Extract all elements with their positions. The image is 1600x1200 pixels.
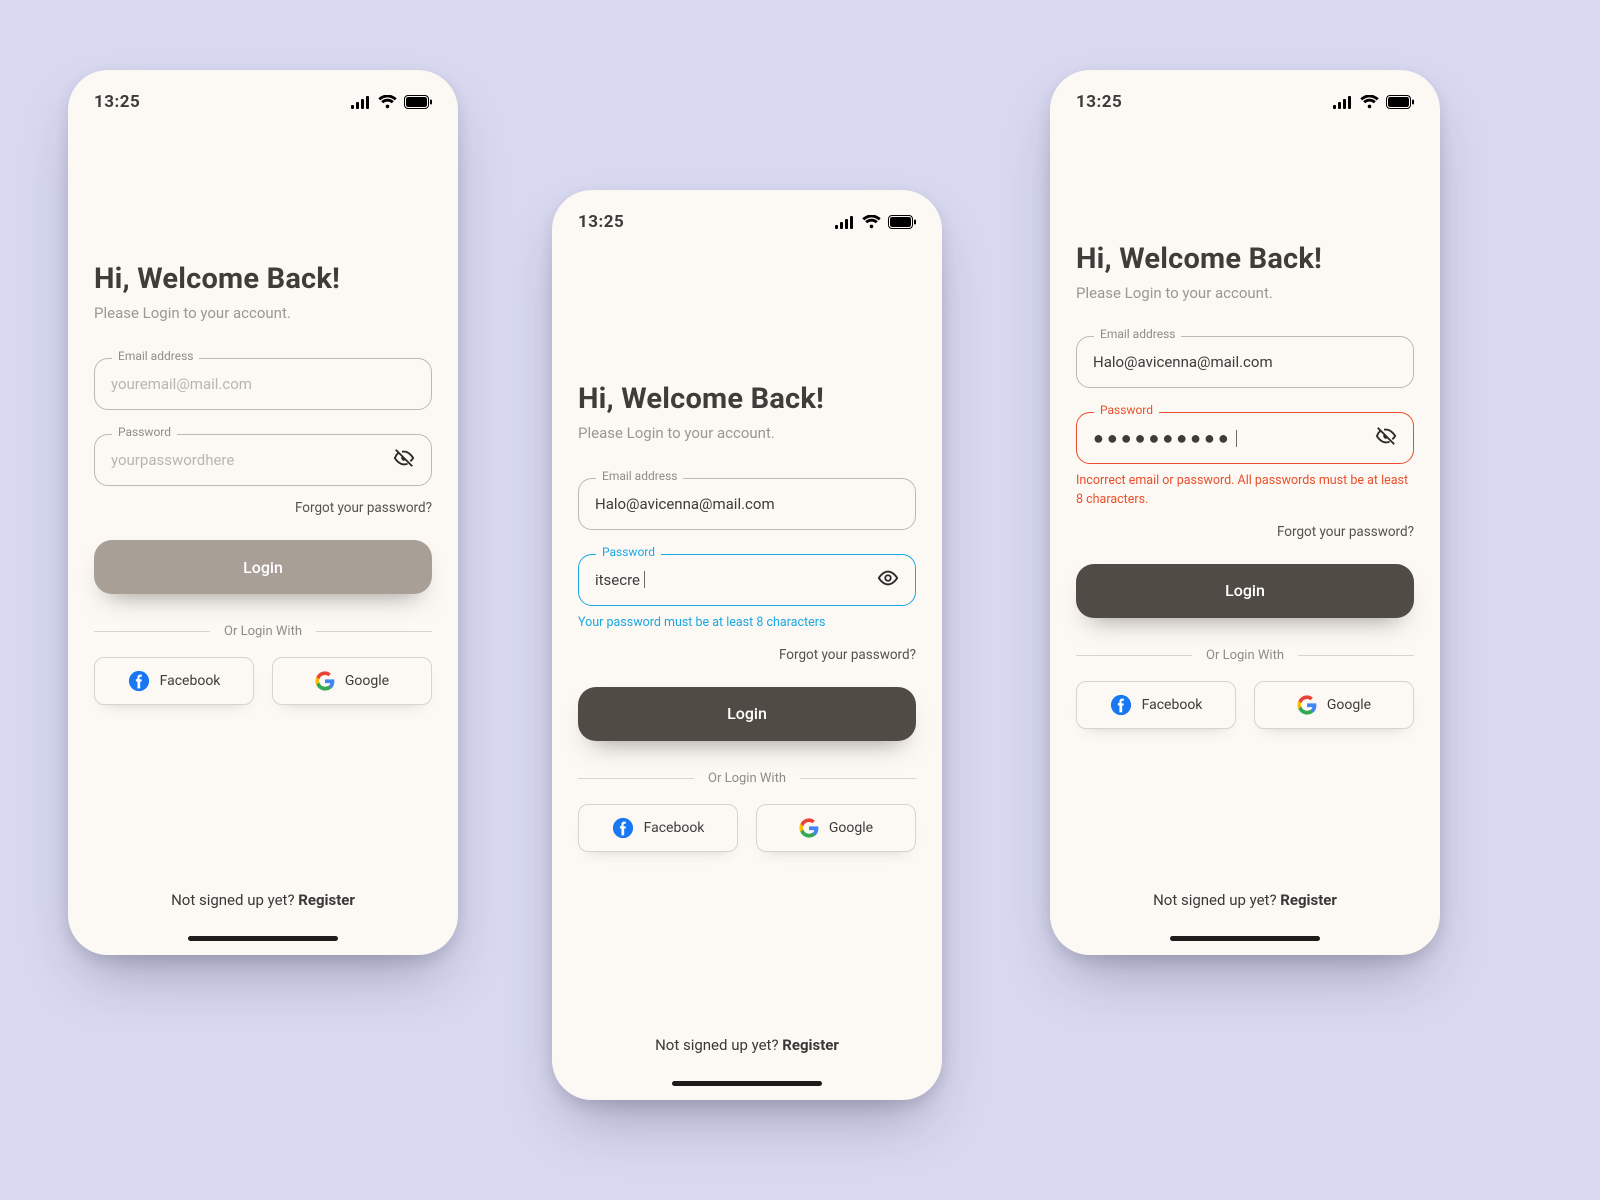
divider-label: Or Login With	[578, 771, 916, 786]
facebook-icon	[128, 670, 150, 692]
register-link[interactable]: Register	[1280, 891, 1337, 909]
wifi-icon	[378, 95, 397, 109]
signup-footer[interactable]: Not signed up yet? Register	[68, 891, 458, 909]
eye-icon[interactable]	[877, 567, 899, 593]
eye-off-icon[interactable]	[1375, 425, 1397, 451]
facebook-label: Facebook	[644, 820, 705, 836]
login-button[interactable]: Login	[1076, 564, 1414, 618]
text-caret	[644, 571, 645, 588]
signup-prefix: Not signed up yet?	[655, 1036, 782, 1054]
password-field[interactable]: Password yourpasswordhere	[94, 434, 432, 486]
facebook-login-button[interactable]: Facebook	[578, 804, 738, 852]
status-time: 13:25	[94, 92, 140, 112]
page-subtitle: Please Login to your account.	[578, 424, 916, 442]
google-icon	[1297, 695, 1317, 715]
divider-label: Or Login With	[94, 624, 432, 639]
status-time: 13:25	[578, 212, 624, 232]
signup-footer[interactable]: Not signed up yet? Register	[1050, 891, 1440, 909]
signup-prefix: Not signed up yet?	[1153, 891, 1280, 909]
login-button[interactable]: Login	[94, 540, 432, 594]
facebook-label: Facebook	[1142, 697, 1203, 713]
forgot-password-link[interactable]: Forgot your password?	[1076, 524, 1414, 540]
login-button[interactable]: Login	[578, 687, 916, 741]
password-label: Password	[1094, 403, 1159, 417]
status-icons	[1333, 95, 1414, 109]
battery-icon	[1386, 95, 1414, 109]
text-caret	[1236, 430, 1237, 447]
google-icon	[315, 671, 335, 691]
facebook-icon	[1110, 694, 1132, 716]
password-hint: Your password must be at least 8 charact…	[578, 614, 916, 633]
email-label: Email address	[596, 469, 683, 483]
home-indicator	[672, 1081, 822, 1086]
cellular-icon	[351, 96, 371, 109]
page-title: Hi, Welcome Back!	[578, 382, 916, 416]
password-placeholder: yourpasswordhere	[111, 451, 383, 469]
password-label: Password	[596, 545, 661, 559]
email-field[interactable]: Email address Halo@avicenna@mail.com	[1076, 336, 1414, 388]
password-label: Password	[112, 425, 177, 439]
email-field[interactable]: Email address youremail@mail.com	[94, 358, 432, 410]
status-icons	[835, 215, 916, 229]
google-login-button[interactable]: Google	[272, 657, 432, 705]
wifi-icon	[1360, 95, 1379, 109]
divider-label: Or Login With	[1076, 648, 1414, 663]
cellular-icon	[835, 216, 855, 229]
google-icon	[799, 818, 819, 838]
forgot-password-link[interactable]: Forgot your password?	[94, 500, 432, 516]
google-login-button[interactable]: Google	[1254, 681, 1414, 729]
register-link[interactable]: Register	[298, 891, 355, 909]
cellular-icon	[1333, 96, 1353, 109]
battery-icon	[404, 95, 432, 109]
page-title: Hi, Welcome Back!	[94, 262, 432, 296]
google-login-button[interactable]: Google	[756, 804, 916, 852]
password-field[interactable]: Password itsecre Your password must be a…	[578, 554, 916, 633]
forgot-password-link[interactable]: Forgot your password?	[578, 647, 916, 663]
email-value: Halo@avicenna@mail.com	[595, 495, 899, 513]
status-icons	[351, 95, 432, 109]
status-time: 13:25	[1076, 92, 1122, 112]
email-value: Halo@avicenna@mail.com	[1093, 353, 1397, 371]
google-label: Google	[829, 820, 873, 836]
email-label: Email address	[112, 349, 199, 363]
google-label: Google	[1327, 697, 1371, 713]
phone-screen-empty: 13:25 Hi, Welcome Back! Please Login to …	[68, 70, 458, 955]
facebook-login-button[interactable]: Facebook	[1076, 681, 1236, 729]
email-placeholder: youremail@mail.com	[111, 375, 415, 393]
password-field[interactable]: Password ●●●●●●●●●● Incorrect email or p…	[1076, 412, 1414, 510]
facebook-label: Facebook	[160, 673, 221, 689]
password-error: Incorrect email or password. All passwor…	[1076, 472, 1414, 510]
home-indicator	[1170, 936, 1320, 941]
status-bar: 13:25	[94, 92, 432, 112]
phone-screen-typing: 13:25 Hi, Welcome Back! Please Login to …	[552, 190, 942, 1100]
facebook-login-button[interactable]: Facebook	[94, 657, 254, 705]
google-label: Google	[345, 673, 389, 689]
password-value: ●●●●●●●●●●	[1093, 428, 1365, 449]
email-label: Email address	[1094, 327, 1181, 341]
page-title: Hi, Welcome Back!	[1076, 242, 1414, 276]
page-subtitle: Please Login to your account.	[1076, 284, 1414, 302]
wifi-icon	[862, 215, 881, 229]
email-field[interactable]: Email address Halo@avicenna@mail.com	[578, 478, 916, 530]
facebook-icon	[612, 817, 634, 839]
eye-off-icon[interactable]	[393, 447, 415, 473]
phone-screen-error: 13:25 Hi, Welcome Back! Please Login to …	[1050, 70, 1440, 955]
signup-prefix: Not signed up yet?	[171, 891, 298, 909]
page-subtitle: Please Login to your account.	[94, 304, 432, 322]
status-bar: 13:25	[1076, 92, 1414, 112]
register-link[interactable]: Register	[782, 1036, 839, 1054]
home-indicator	[188, 936, 338, 941]
password-value: itsecre	[595, 571, 867, 589]
battery-icon	[888, 215, 916, 229]
signup-footer[interactable]: Not signed up yet? Register	[552, 1036, 942, 1054]
status-bar: 13:25	[578, 212, 916, 232]
